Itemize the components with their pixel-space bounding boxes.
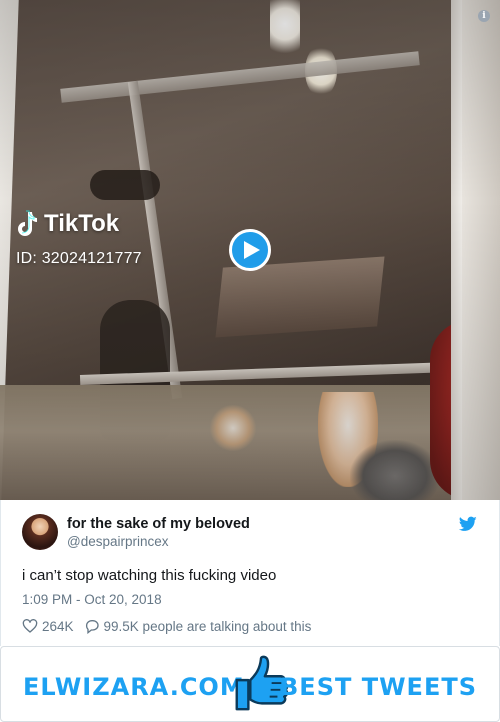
avatar[interactable] bbox=[22, 514, 58, 550]
play-button[interactable] bbox=[229, 229, 271, 271]
tiktok-brand-label: TikTok bbox=[44, 210, 120, 237]
tweet-card[interactable]: for the sake of my beloved @despairprinc… bbox=[0, 500, 500, 646]
tweet-stats: 264K 99.5K people are talking about this bbox=[22, 618, 311, 634]
info-icon[interactable]: i bbox=[478, 10, 490, 22]
like-action[interactable]: 264K bbox=[22, 618, 84, 634]
site-name[interactable]: ELWIZARA.COM bbox=[23, 673, 245, 701]
reply-icon bbox=[85, 620, 99, 634]
user-handle[interactable]: @despairprincex bbox=[67, 534, 169, 549]
embedded-video[interactable]: TikTok ID: 32024121777 i bbox=[0, 0, 500, 500]
twitter-bird-icon[interactable] bbox=[459, 516, 477, 532]
banner-tagline: BEST TWEETS bbox=[280, 673, 477, 701]
heart-icon bbox=[22, 619, 38, 633]
tiktok-watermark: TikTok ID: 32024121777 bbox=[16, 210, 142, 268]
tiktok-note-icon bbox=[18, 210, 37, 236]
conversation-count: 99.5K people are talking about this bbox=[103, 618, 312, 634]
play-icon bbox=[243, 241, 260, 259]
footer-banner[interactable]: ELWIZARA.COM BEST TWEETS bbox=[0, 646, 500, 722]
display-name[interactable]: for the sake of my beloved bbox=[67, 516, 250, 532]
tweet-text: i can’t stop watching this fucking video bbox=[22, 567, 277, 584]
like-count: 264K bbox=[42, 618, 74, 634]
reply-action[interactable]: 99.5K people are talking about this bbox=[84, 618, 312, 634]
tweet-timestamp[interactable]: 1:09 PM - Oct 20, 2018 bbox=[22, 592, 162, 607]
tiktok-user-id: ID: 32024121777 bbox=[16, 250, 142, 267]
